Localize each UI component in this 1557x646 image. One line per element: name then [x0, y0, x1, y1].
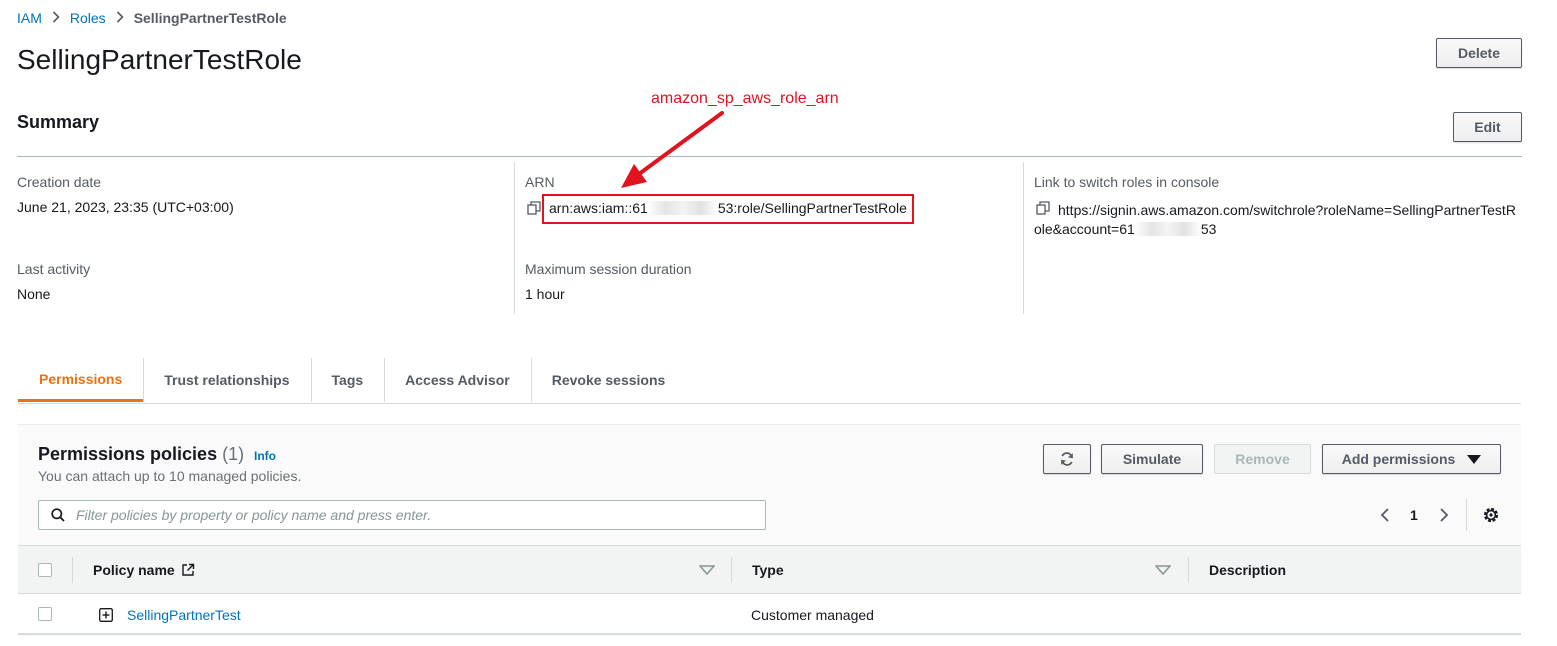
- tab-permissions[interactable]: Permissions: [18, 358, 144, 402]
- search-field: [38, 500, 766, 530]
- max-session-value: 1 hour: [525, 286, 565, 302]
- sort-icon[interactable]: [699, 565, 715, 575]
- policy-name-link[interactable]: SellingPartnerTest: [127, 607, 241, 623]
- annotation-highlight-box: [542, 194, 914, 224]
- switch-roles-label: Link to switch roles in console: [1034, 174, 1220, 190]
- annotation-label: amazon_sp_aws_role_arn: [651, 90, 839, 107]
- header-description: Description: [1209, 562, 1287, 578]
- policy-type: Customer managed: [751, 607, 874, 623]
- header-policy-name-label: Policy name: [93, 562, 175, 578]
- column-divider: [1023, 162, 1024, 314]
- last-activity-value: None: [17, 286, 51, 302]
- search-icon: [51, 508, 65, 522]
- breadcrumb: IAM Roles SellingPartnerTestRole: [17, 10, 287, 26]
- permissions-title: Permissions policies (1): [38, 444, 244, 465]
- arn-label: ARN: [525, 174, 555, 190]
- column-divider: [731, 557, 732, 583]
- permissions-subtitle: You can attach up to 10 managed policies…: [38, 468, 302, 484]
- switch-roles-url-line1: https://signin.aws.amazon.com/switchrole…: [1058, 202, 1516, 218]
- select-all-checkbox[interactable]: [38, 563, 52, 577]
- refresh-button[interactable]: [1043, 444, 1091, 474]
- chevron-right-icon: [116, 10, 124, 26]
- tab-tags[interactable]: Tags: [310, 358, 385, 402]
- switch-roles-link[interactable]: https://signin.aws.amazon.com/switchrole…: [1058, 200, 1516, 221]
- creation-date-value: June 21, 2023, 23:35 (UTC+03:00): [17, 199, 234, 215]
- creation-date-label: Creation date: [17, 174, 102, 190]
- copy-icon[interactable]: [1036, 201, 1050, 215]
- switch-roles-link-line2[interactable]: ole&account=61 53: [1034, 221, 1216, 237]
- max-session-label: Maximum session duration: [525, 261, 692, 277]
- tab-bar: Permissions Trust relationships Tags Acc…: [18, 358, 686, 404]
- last-activity-label: Last activity: [17, 261, 91, 277]
- row-checkbox[interactable]: [38, 607, 52, 621]
- sort-icon[interactable]: [1155, 565, 1171, 575]
- expand-icon[interactable]: [99, 608, 113, 622]
- tab-trust-relationships[interactable]: Trust relationships: [143, 358, 310, 402]
- column-divider: [72, 557, 73, 583]
- breadcrumb-roles-link[interactable]: Roles: [70, 10, 106, 26]
- tab-access-advisor[interactable]: Access Advisor: [384, 358, 531, 402]
- breadcrumb-iam-link[interactable]: IAM: [17, 10, 42, 26]
- summary-divider: [17, 156, 1522, 157]
- search-input[interactable]: [74, 506, 754, 524]
- copy-icon[interactable]: [527, 201, 541, 215]
- chevron-right-icon[interactable]: [1438, 507, 1450, 523]
- edit-button[interactable]: Edit: [1453, 112, 1522, 142]
- permissions-count: (1): [222, 444, 245, 464]
- switch-roles-url-suffix: 53: [1200, 221, 1217, 237]
- tab-revoke-sessions[interactable]: Revoke sessions: [530, 358, 687, 402]
- caret-down-icon: [1467, 454, 1482, 464]
- pager-divider: [1466, 499, 1467, 531]
- summary-title: Summary: [17, 112, 100, 132]
- column-divider: [514, 162, 515, 314]
- refresh-icon: [1061, 452, 1073, 466]
- info-link[interactable]: Info: [254, 449, 276, 463]
- header-type[interactable]: Type: [752, 562, 784, 578]
- add-permissions-button[interactable]: Add permissions: [1322, 444, 1501, 474]
- column-divider: [1188, 557, 1189, 583]
- delete-button[interactable]: Delete: [1436, 38, 1522, 68]
- remove-button[interactable]: Remove: [1214, 444, 1311, 474]
- page-title: SellingPartnerTestRole: [17, 44, 302, 75]
- breadcrumb-current: SellingPartnerTestRole: [133, 10, 287, 26]
- redacted-blur: [1134, 222, 1201, 236]
- arrow-icon: [621, 111, 724, 188]
- add-permissions-label: Add permissions: [1341, 451, 1456, 467]
- header-policy-name[interactable]: Policy name: [93, 562, 195, 578]
- external-link-icon: [182, 563, 194, 576]
- switch-roles-url-prefix: ole&account=61: [1034, 221, 1135, 237]
- chevron-left-icon[interactable]: [1379, 507, 1391, 523]
- settings-icon[interactable]: [1482, 506, 1500, 524]
- tabs-divider: [18, 403, 1521, 404]
- permissions-title-text: Permissions policies: [38, 444, 218, 464]
- simulate-button[interactable]: Simulate: [1101, 444, 1203, 474]
- page-number[interactable]: 1: [1410, 507, 1418, 523]
- chevron-right-icon: [52, 10, 60, 26]
